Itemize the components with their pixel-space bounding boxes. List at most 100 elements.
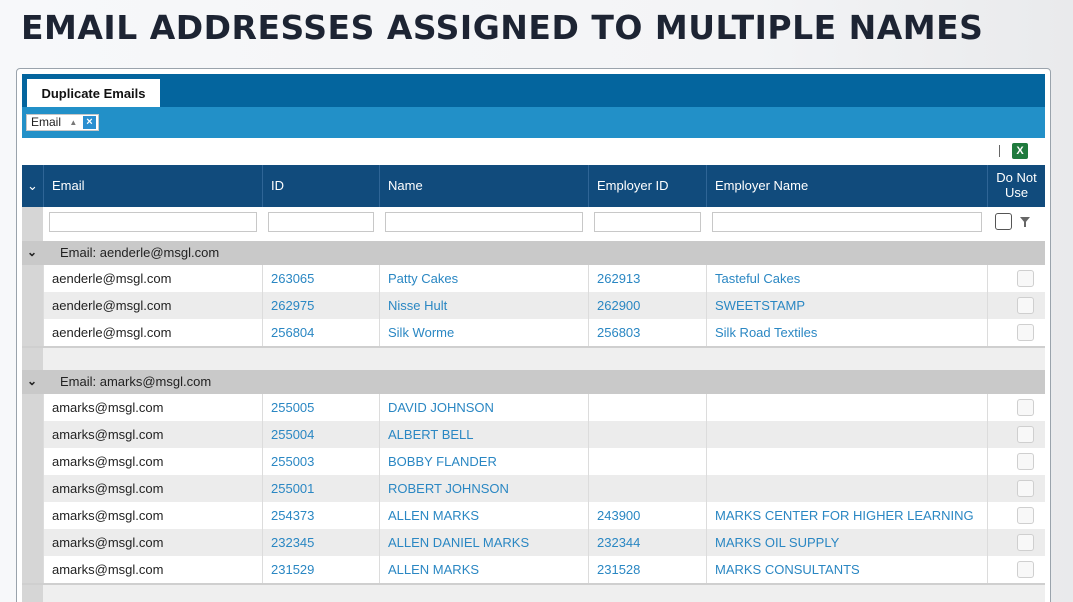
cell-name-link[interactable]: DAVID JOHNSON: [379, 394, 588, 421]
row-selector[interactable]: [22, 475, 43, 502]
group-collapse-chevron-icon[interactable]: ⌄: [27, 374, 37, 388]
do-not-use-checkbox[interactable]: [1017, 507, 1034, 524]
cell-employer-name-link[interactable]: MARKS CENTER FOR HIGHER LEARNING: [706, 502, 987, 529]
cell-employer-id-link[interactable]: [588, 475, 706, 502]
row-selector[interactable]: [22, 502, 43, 529]
do-not-use-checkbox[interactable]: [1017, 297, 1034, 314]
cell-name-link[interactable]: Patty Cakes: [379, 265, 588, 292]
cell-employer-id-link[interactable]: 232344: [588, 529, 706, 556]
row-selector: [22, 348, 43, 370]
table-row[interactable]: amarks@msgl.com 255004 ALBERT BELL: [22, 421, 1045, 448]
row-selector[interactable]: [22, 421, 43, 448]
cell-id-link[interactable]: 262975: [262, 292, 379, 319]
do-not-use-checkbox[interactable]: [1017, 561, 1034, 578]
cell-name-link[interactable]: ROBERT JOHNSON: [379, 475, 588, 502]
cell-email: aenderle@msgl.com: [43, 265, 262, 292]
filter-input-name[interactable]: [385, 212, 583, 232]
cell-employer-name-link[interactable]: Tasteful Cakes: [706, 265, 987, 292]
table-row[interactable]: amarks@msgl.com 254373 ALLEN MARKS 243900 MA…: [22, 502, 1045, 529]
cell-employer-id-link[interactable]: 256803: [588, 319, 706, 346]
cell-employer-name-link[interactable]: [706, 475, 987, 502]
column-header-do-not-use[interactable]: Do Not Use: [987, 165, 1045, 207]
cell-id-link[interactable]: 254373: [262, 502, 379, 529]
group-panel: Email ▲ ×: [22, 107, 1045, 138]
table-row[interactable]: aenderle@msgl.com 262975 Nisse Hult 262900 S…: [22, 292, 1045, 319]
row-selector[interactable]: [22, 529, 43, 556]
cell-id-link[interactable]: 232345: [262, 529, 379, 556]
row-selector[interactable]: [22, 394, 43, 421]
filter-cell-employer-id: [588, 207, 706, 241]
cell-employer-name-link[interactable]: [706, 421, 987, 448]
table-row[interactable]: aenderle@msgl.com 256804 Silk Worme 256803 S…: [22, 319, 1045, 346]
table-row[interactable]: aenderle@msgl.com 263065 Patty Cakes 262913…: [22, 265, 1045, 292]
cell-employer-id-link[interactable]: 262900: [588, 292, 706, 319]
column-header-employer-id[interactable]: Employer ID: [588, 165, 706, 207]
cell-employer-id-link[interactable]: 262913: [588, 265, 706, 292]
do-not-use-checkbox[interactable]: [1017, 324, 1034, 341]
cell-employer-name-link[interactable]: [706, 448, 987, 475]
do-not-use-checkbox[interactable]: [1017, 453, 1034, 470]
do-not-use-checkbox[interactable]: [1017, 270, 1034, 287]
row-selector[interactable]: [22, 448, 43, 475]
group-header-row[interactable]: ⌄ Email: aenderle@msgl.com: [22, 241, 1045, 265]
cell-employer-id-link[interactable]: [588, 394, 706, 421]
filter-input-email[interactable]: [49, 212, 257, 232]
cell-employer-name-link[interactable]: MARKS OIL SUPPLY: [706, 529, 987, 556]
cell-name-link[interactable]: ALLEN DANIEL MARKS: [379, 529, 588, 556]
cell-id-link[interactable]: 255004: [262, 421, 379, 448]
filter-funnel-icon[interactable]: [1020, 217, 1030, 227]
cell-name-link[interactable]: Silk Worme: [379, 319, 588, 346]
table-row[interactable]: amarks@msgl.com 255005 DAVID JOHNSON: [22, 394, 1045, 421]
cell-employer-id-link[interactable]: 231528: [588, 556, 706, 583]
do-not-use-checkbox[interactable]: [1017, 399, 1034, 416]
table-row[interactable]: amarks@msgl.com 232345 ALLEN DANIEL MARKS 2…: [22, 529, 1045, 556]
cell-name-link[interactable]: Nisse Hult: [379, 292, 588, 319]
cell-name-link[interactable]: ALLEN MARKS: [379, 502, 588, 529]
do-not-use-checkbox[interactable]: [1017, 534, 1034, 551]
column-header-name[interactable]: Name: [379, 165, 588, 207]
cell-name-link[interactable]: BOBBY FLANDER: [379, 448, 588, 475]
remove-group-icon[interactable]: ×: [83, 116, 96, 129]
row-selector[interactable]: [22, 556, 43, 583]
group-collapse-chevron-icon[interactable]: ⌄: [27, 245, 37, 259]
cell-id-link[interactable]: 263065: [262, 265, 379, 292]
cell-email: amarks@msgl.com: [43, 448, 262, 475]
cell-id-link[interactable]: 256804: [262, 319, 379, 346]
cell-do-not-use: [987, 319, 1045, 346]
column-header-email[interactable]: Email: [43, 165, 262, 207]
row-selector[interactable]: [22, 319, 43, 346]
cell-email: amarks@msgl.com: [43, 394, 262, 421]
row-selector[interactable]: [22, 265, 43, 292]
cell-name-link[interactable]: ALLEN MARKS: [379, 556, 588, 583]
table-row[interactable]: amarks@msgl.com 255003 BOBBY FLANDER: [22, 448, 1045, 475]
table-row[interactable]: amarks@msgl.com 231529 ALLEN MARKS 231528 MA…: [22, 556, 1045, 583]
column-header-id[interactable]: ID: [262, 165, 379, 207]
filter-checkbox-do-not-use[interactable]: [995, 213, 1012, 230]
filter-input-employer-id[interactable]: [594, 212, 701, 232]
cell-name-link[interactable]: ALBERT BELL: [379, 421, 588, 448]
group-header-row[interactable]: ⌄ Email: amarks@msgl.com: [22, 370, 1045, 394]
cell-id-link[interactable]: 231529: [262, 556, 379, 583]
cell-id-link[interactable]: 255003: [262, 448, 379, 475]
filter-input-employer-name[interactable]: [712, 212, 982, 232]
table-row[interactable]: amarks@msgl.com 255001 ROBERT JOHNSON: [22, 475, 1045, 502]
cell-employer-id-link[interactable]: [588, 421, 706, 448]
filter-input-id[interactable]: [268, 212, 374, 232]
cell-employer-name-link[interactable]: Silk Road Textiles: [706, 319, 987, 346]
row-selector[interactable]: [22, 292, 43, 319]
excel-export-icon[interactable]: X: [1012, 143, 1028, 159]
tab-duplicate-emails[interactable]: Duplicate Emails: [27, 79, 160, 107]
sort-ascending-icon[interactable]: ▲: [69, 118, 77, 127]
collapse-all-toggle[interactable]: ⌄: [22, 165, 43, 207]
do-not-use-checkbox[interactable]: [1017, 480, 1034, 497]
cell-employer-name-link[interactable]: SWEETSTAMP: [706, 292, 987, 319]
column-header-employer-name[interactable]: Employer Name: [706, 165, 987, 207]
cell-employer-name-link[interactable]: [706, 394, 987, 421]
cell-employer-id-link[interactable]: [588, 448, 706, 475]
cell-id-link[interactable]: 255001: [262, 475, 379, 502]
cell-employer-id-link[interactable]: 243900: [588, 502, 706, 529]
cell-id-link[interactable]: 255005: [262, 394, 379, 421]
do-not-use-checkbox[interactable]: [1017, 426, 1034, 443]
cell-employer-name-link[interactable]: MARKS CONSULTANTS: [706, 556, 987, 583]
group-chip-email[interactable]: Email ▲ ×: [26, 114, 99, 131]
